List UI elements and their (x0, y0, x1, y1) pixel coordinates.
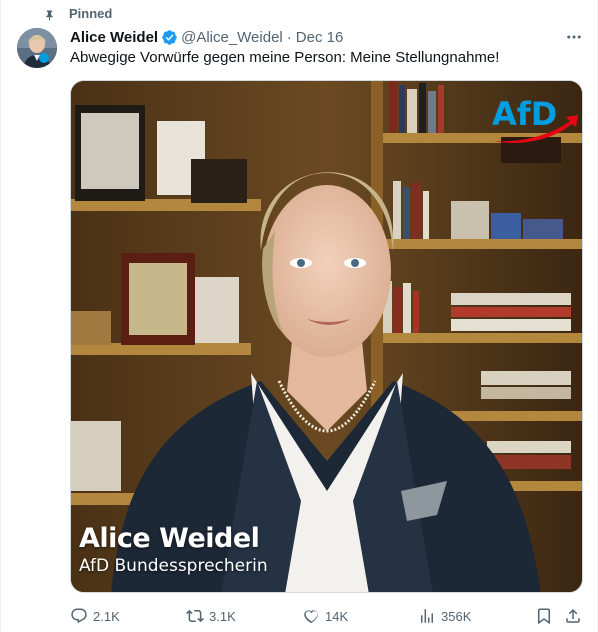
separator: · (286, 28, 292, 46)
video-thumbnail[interactable]: AfD Alice Weidel AfD Bundessprecherin (70, 80, 583, 593)
bookmark-icon (538, 608, 550, 625)
reply-count: 2.1K (93, 608, 120, 624)
lower-third-name: Alice Weidel (79, 523, 260, 554)
pin-icon (46, 9, 53, 21)
pinned-label: Pinned (69, 6, 113, 21)
tweet-actions: 2.1K 3.1K 14K 356K (70, 604, 583, 628)
more-options-button[interactable] (564, 28, 584, 46)
tweet-header: Alice Weidel @Alice_Weidel · Dec 16 (70, 27, 343, 47)
verified-badge-icon[interactable] (161, 29, 178, 46)
like-button[interactable]: 14K (302, 604, 348, 628)
reply-button[interactable]: 2.1K (70, 604, 120, 628)
lower-third: Alice Weidel AfD Bundessprecherin (79, 523, 268, 576)
pinned-indicator: Pinned (43, 6, 112, 22)
views-count: 356K (441, 608, 472, 624)
share-button[interactable] (564, 604, 582, 628)
repost-button[interactable]: 3.1K (186, 604, 236, 628)
lower-third-role: AfD Bundessprecherin (79, 556, 268, 576)
like-count: 14K (325, 608, 349, 624)
tweet-text: Abwegige Vorwürfe gegen meine Person: Me… (70, 49, 500, 66)
views-button[interactable]: 356K (418, 604, 471, 628)
avatar[interactable] (17, 28, 57, 68)
bookmark-button[interactable] (535, 604, 553, 628)
author-name[interactable]: Alice Weidel (70, 29, 158, 46)
video-frame-image (71, 81, 582, 592)
share-icon (566, 608, 580, 623)
tweet-date[interactable]: Dec 16 (296, 29, 344, 46)
author-handle[interactable]: @Alice_Weidel (181, 29, 283, 46)
afd-logo: AfD (492, 95, 578, 144)
reply-icon (71, 608, 87, 624)
tweet-card[interactable]: Pinned Alice Weidel @Alice_Weidel · Dec … (0, 0, 598, 632)
repost-icon (186, 609, 204, 623)
heart-icon (304, 610, 318, 624)
views-icon (421, 609, 433, 623)
more-icon (567, 35, 581, 39)
repost-count: 3.1K (209, 608, 236, 624)
afd-logo-text: AfD (492, 95, 557, 133)
